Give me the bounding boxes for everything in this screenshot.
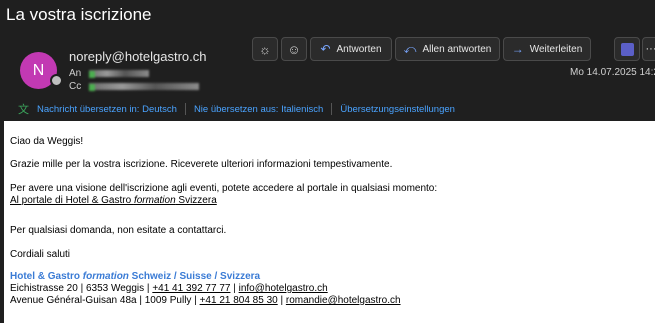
smiley-icon: ☺ — [287, 41, 301, 57]
teams-icon — [620, 42, 634, 56]
sun-icon: ☼ — [259, 41, 271, 57]
presence-status-icon — [50, 74, 63, 87]
divider — [184, 103, 186, 115]
body-line-1: Grazie mille per la vostra iscrizione. R… — [10, 159, 393, 170]
body-line-3: Per qualsiasi domanda, non esitate a con… — [10, 225, 227, 236]
message-body: Ciao da Weggis! Grazie mille per la vost… — [4, 121, 655, 323]
reply-all-icon: ⤺ — [403, 41, 417, 56]
email-link-info[interactable]: info@hotelgastro.ch — [239, 283, 328, 294]
more-actions-button[interactable]: ··· — [642, 37, 655, 61]
translation-bar: 文 Nachricht übersetzen in: Deutsch Nie ü… — [18, 101, 455, 117]
cc-row: Cc — [69, 81, 200, 92]
emoji-reaction-button[interactable]: ☺ — [281, 37, 307, 61]
email-subject: La vostra iscrizione — [6, 5, 152, 24]
never-translate-link[interactable]: Nie übersetzen aus: Italienisch — [194, 104, 323, 115]
reply-label: Antworten — [336, 43, 382, 55]
translate-icon: 文 — [18, 104, 29, 116]
cc-recipients-blurred[interactable] — [89, 83, 200, 91]
closing: Cordiali saluti — [10, 249, 71, 260]
phone-link-pully[interactable]: +41 21 804 85 30 — [200, 295, 278, 306]
portal-link[interactable]: Al portale di Hotel & Gastro formation S… — [10, 195, 217, 207]
signature-address-2: Avenue Général-Guisan 48a | 1009 Pully |… — [10, 295, 401, 306]
forward-button[interactable]: → Weiterleiten — [503, 37, 591, 61]
reply-all-button[interactable]: ⤺ Allen antworten — [395, 37, 500, 61]
recipient-blurred[interactable] — [89, 70, 150, 78]
teams-share-button[interactable] — [614, 37, 640, 61]
email-link-romandie[interactable]: romandie@hotelgastro.ch — [286, 295, 401, 306]
received-date: Mo 14.07.2025 14:29 — [570, 67, 655, 78]
sender-email[interactable]: noreply@hotelgastro.ch — [69, 49, 207, 64]
body-line-2: Per avere una visione dell'iscrizione ag… — [10, 183, 438, 194]
cc-label: Cc — [69, 81, 82, 92]
brightness-button[interactable]: ☼ — [252, 37, 278, 61]
reply-arrow-icon: ↶ — [320, 42, 331, 56]
signature-org: Hotel & Gastro formation Schweiz / Suiss… — [10, 271, 261, 282]
translation-settings-link[interactable]: Übersetzungseinstellungen — [340, 104, 455, 115]
to-row: An — [69, 68, 150, 79]
forward-label: Weiterleiten — [529, 43, 583, 55]
divider — [331, 103, 333, 115]
greeting: Ciao da Weggis! — [10, 136, 84, 147]
to-label: An — [69, 68, 82, 79]
phone-link-weggis[interactable]: +41 41 392 77 77 — [152, 283, 230, 294]
reply-all-label: Allen antworten — [422, 43, 492, 55]
reply-button[interactable]: ↶ Antworten — [310, 37, 392, 61]
signature-address-1: Eichistrasse 20 | 6353 Weggis | +41 41 3… — [10, 283, 328, 294]
message-toolbar: ☼ ☺ ↶ Antworten ⤺ Allen antworten → Weiterl… — [252, 37, 591, 61]
translate-link[interactable]: Nachricht übersetzen in: Deutsch — [37, 104, 177, 115]
avatar-initial: N — [32, 61, 45, 79]
forward-arrow-icon: → — [511, 42, 524, 56]
